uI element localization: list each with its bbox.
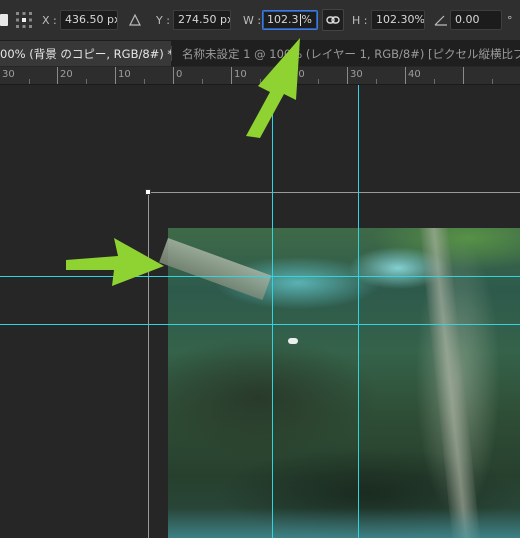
annotation-arrows bbox=[66, 38, 300, 286]
arrow-right-icon bbox=[66, 238, 164, 286]
arrow-up-icon bbox=[246, 38, 300, 138]
